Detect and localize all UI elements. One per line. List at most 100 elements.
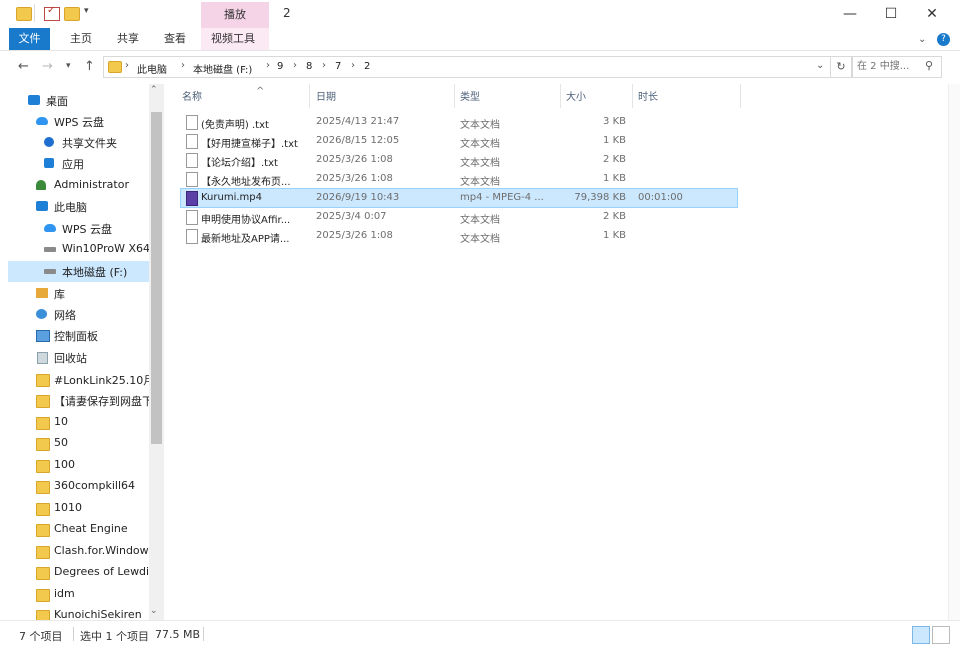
text-file-icon	[186, 210, 198, 225]
folder-icon	[36, 589, 50, 602]
table-row[interactable]: 【论坛介绍】.txt 2025/3/26 1:08 文本文档 2 KB	[181, 151, 737, 169]
cloud-icon	[44, 224, 56, 232]
details-view-icon[interactable]	[912, 626, 930, 644]
sidebar-item-folder[interactable]: KunoichiSekiren	[8, 605, 149, 620]
folder-icon	[36, 438, 50, 451]
sidebar-item-administrator[interactable]: Administrator	[8, 175, 149, 196]
sidebar-item-folder[interactable]: 360compkill64	[8, 476, 149, 497]
breadcrumb-folder-8[interactable]: 8	[306, 61, 312, 72]
tab-view[interactable]: 查看	[154, 28, 196, 50]
file-size: 2 KB	[603, 211, 626, 222]
breadcrumb-separator-icon[interactable]: ›	[351, 60, 355, 71]
text-file-icon	[186, 229, 198, 244]
tab-file[interactable]: 文件	[9, 28, 50, 50]
file-date: 2025/3/4 0:07	[316, 211, 387, 222]
sidebar-item-system-drive[interactable]: Win10ProW X64	[8, 239, 149, 260]
sidebar-item-folder[interactable]: #LonkLink25.10月	[8, 369, 149, 390]
breadcrumb-folder-7[interactable]: 7	[335, 61, 341, 72]
breadcrumb-folder-9[interactable]: 9	[277, 61, 283, 72]
breadcrumb-separator-icon[interactable]: ›	[322, 60, 326, 71]
column-header-size[interactable]: 大小	[566, 88, 626, 108]
breadcrumb-separator-icon[interactable]: ›	[181, 60, 185, 71]
breadcrumb-separator-icon[interactable]: ›	[266, 60, 270, 71]
breadcrumb-this-pc[interactable]: 此电脑	[137, 61, 167, 76]
sidebar-scrollbar-thumb[interactable]	[151, 112, 162, 444]
properties-icon[interactable]	[44, 5, 60, 21]
close-button[interactable]: ✕	[909, 0, 955, 28]
column-divider[interactable]	[454, 84, 455, 108]
sidebar-item-network[interactable]: 网络	[8, 304, 149, 325]
sidebar-item-label: Administrator	[54, 178, 129, 191]
file-type: 文本文档	[460, 139, 500, 150]
table-row[interactable]: 【好用捷宣梯子】.txt 2026/8/15 12:05 文本文档 1 KB	[181, 132, 737, 150]
forward-arrow-icon[interactable]: →	[42, 59, 53, 74]
library-icon	[36, 288, 48, 298]
file-type: 文本文档	[460, 234, 500, 245]
large-icons-view-icon[interactable]	[932, 626, 950, 644]
sidebar-item-folder[interactable]: 100	[8, 455, 149, 476]
column-divider[interactable]	[632, 84, 633, 108]
tab-video-tools[interactable]: 视频工具	[201, 28, 269, 50]
breadcrumb-drive[interactable]: 本地磁盘 (F:)	[193, 61, 252, 76]
sidebar-item-label: 共享文件夹	[62, 137, 117, 150]
scroll-up-chevron-icon[interactable]: ⌃	[150, 85, 158, 95]
help-icon[interactable]: ?	[937, 33, 950, 46]
recent-locations-chevron-icon[interactable]: ▾	[66, 61, 71, 71]
refresh-icon[interactable]: ↻	[830, 56, 852, 78]
column-divider[interactable]	[309, 84, 310, 108]
sidebar-item-shared-folder[interactable]: 共享文件夹	[8, 132, 149, 153]
search-box[interactable]: ⚲	[852, 56, 942, 78]
table-row[interactable]: 申明使用协议Affir... 2025/3/4 0:07 文本文档 2 KB	[181, 208, 737, 226]
tab-home[interactable]: 主页	[60, 28, 102, 50]
sidebar-item-folder[interactable]: 10	[8, 412, 149, 433]
tab-share[interactable]: 共享	[107, 28, 149, 50]
breadcrumb-separator-icon[interactable]: ›	[293, 60, 297, 71]
window-edge	[948, 84, 960, 620]
column-divider[interactable]	[740, 84, 741, 108]
scroll-down-chevron-icon[interactable]: ⌄	[150, 606, 158, 616]
column-header-duration[interactable]: 时长	[638, 88, 728, 108]
sidebar-item-local-disk-f[interactable]: 本地磁盘 (F:)	[8, 261, 149, 282]
sidebar-item-folder[interactable]: idm	[8, 584, 149, 605]
column-header-type[interactable]: 类型	[460, 88, 560, 108]
table-row[interactable]: 最新地址及APP请... 2025/3/26 1:08 文本文档 1 KB	[181, 227, 737, 245]
column-divider[interactable]	[560, 84, 561, 108]
table-row[interactable]: (免责声明) .txt 2025/4/13 21:47 文本文档 3 KB	[181, 113, 737, 131]
table-row-selected[interactable]: Kurumi.mp4 2026/9/19 10:43 mp4 - MPEG-4 …	[180, 188, 738, 208]
sidebar-item-folder[interactable]: 50	[8, 433, 149, 454]
expand-ribbon-chevron-icon[interactable]: ⌄	[918, 34, 926, 45]
sidebar-item-wps-cloud-2[interactable]: WPS 云盘	[8, 218, 149, 239]
column-header-name[interactable]: 名称 ^	[182, 86, 312, 108]
column-header-date[interactable]: 日期	[316, 88, 446, 108]
new-folder-icon[interactable]	[64, 7, 80, 21]
sidebar-item-label: idm	[54, 587, 75, 600]
customize-qat-chevron-icon[interactable]: ▾	[84, 6, 89, 16]
sidebar-item-folder[interactable]: Clash.for.Windows	[8, 541, 149, 562]
sidebar-item-folder[interactable]: Cheat Engine	[8, 519, 149, 540]
sidebar-item-apps[interactable]: 应用	[8, 153, 149, 174]
address-history-chevron-icon[interactable]: ⌄	[816, 60, 824, 71]
minimize-button[interactable]: —	[827, 0, 873, 28]
address-bar[interactable]: › 此电脑 › 本地磁盘 (F:) › 9 › 8 › 7 › 2 ⌄	[103, 56, 831, 78]
sidebar-item-control-panel[interactable]: 控制面板	[8, 325, 149, 346]
search-input[interactable]	[857, 59, 923, 73]
sidebar-item-recycle-bin[interactable]: 回收站	[8, 347, 149, 368]
sidebar-item-wps-cloud[interactable]: WPS 云盘	[8, 111, 149, 132]
sidebar-item-folder[interactable]: 1010	[8, 498, 149, 519]
breadcrumb-folder-2[interactable]: 2	[364, 61, 370, 72]
sidebar-item-this-pc[interactable]: 此电脑	[8, 196, 149, 217]
sidebar-item-libraries[interactable]: 库	[8, 283, 149, 304]
control-panel-icon	[36, 330, 50, 342]
text-file-icon	[186, 134, 198, 149]
sidebar-item-folder[interactable]: Degrees of Lewdit	[8, 562, 149, 583]
file-list: 名称 ^ 日期 类型 大小 时长 (免责声明) .txt 2025/4/13 2…	[164, 84, 948, 620]
pc-icon	[36, 201, 48, 211]
table-row[interactable]: 【永久地址发布页... 2025/3/26 1:08 文本文档 1 KB	[181, 170, 737, 188]
sidebar-item-desktop[interactable]: 桌面	[8, 90, 149, 111]
search-icon[interactable]: ⚲	[925, 59, 933, 72]
breadcrumb-separator-icon[interactable]: ›	[125, 60, 129, 71]
sidebar-item-folder[interactable]: 【请妻保存到网盘下	[8, 390, 149, 411]
up-arrow-icon[interactable]: ↑	[84, 59, 95, 74]
maximize-button[interactable]: ☐	[868, 0, 914, 28]
back-arrow-icon[interactable]: ←	[18, 59, 29, 74]
